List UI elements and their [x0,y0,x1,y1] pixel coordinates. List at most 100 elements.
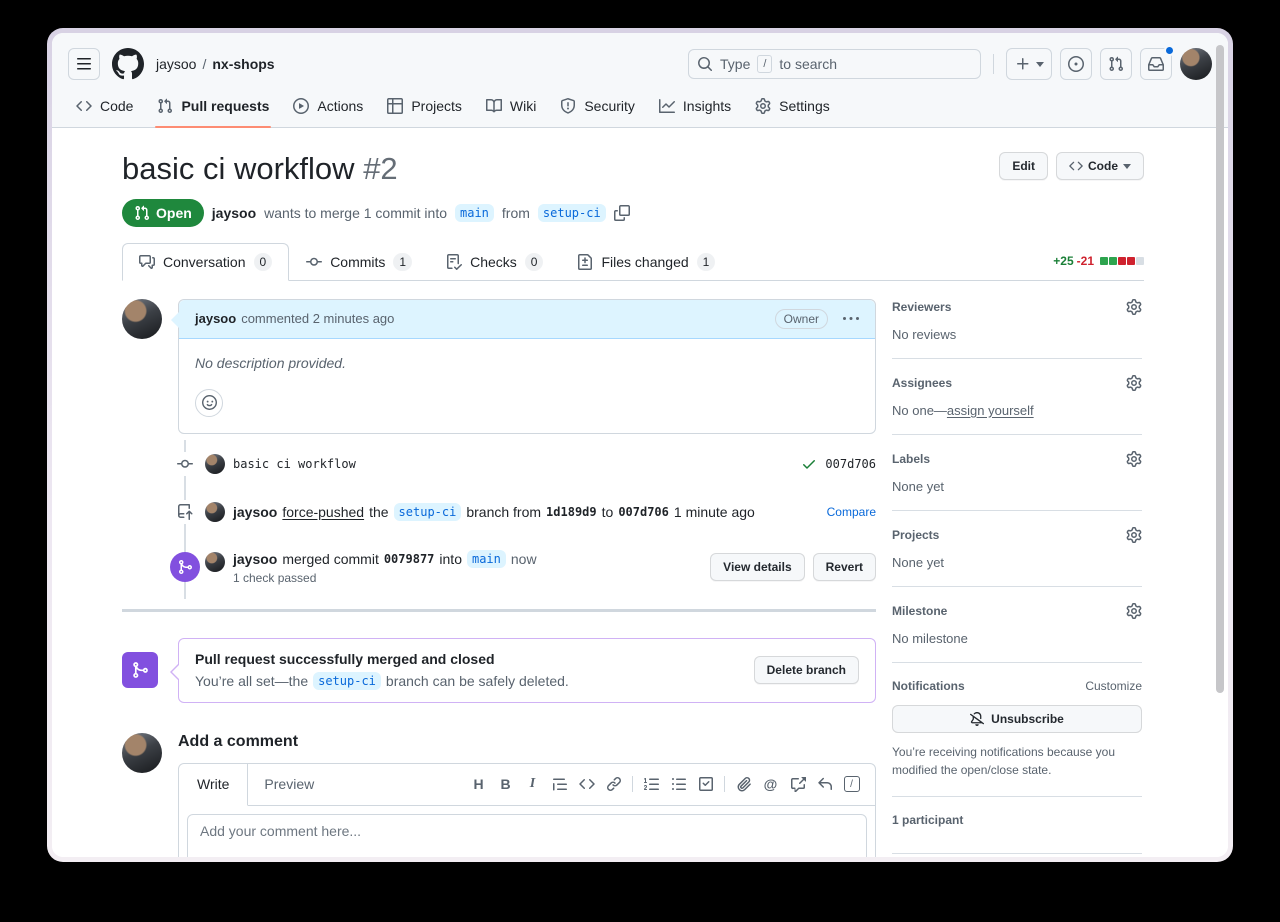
slash-command-icon[interactable]: / [838,770,865,798]
nav-tab-insights[interactable]: Insights [651,85,739,127]
heading-icon[interactable]: H [465,770,492,798]
code-dropdown-button[interactable]: Code [1056,152,1144,180]
caret-down-icon [1123,164,1131,169]
user-avatar[interactable] [1180,48,1212,80]
cross-reference-icon[interactable] [784,770,811,798]
toolbar-divider [724,776,725,792]
kebab-menu-icon[interactable] [843,311,859,327]
copy-branch-icon[interactable] [614,205,630,221]
paperclip-icon[interactable] [730,770,757,798]
reply-icon[interactable] [811,770,838,798]
merged-banner: Pull request successfully merged and clo… [122,638,876,703]
merged-sha[interactable]: 0079877 [384,552,435,566]
tab-conversation[interactable]: Conversation0 [122,243,289,281]
sidebar-notifications: NotificationsCustomize Unsubscribe You’r… [892,679,1142,797]
write-tab[interactable]: Write [179,764,248,806]
nav-tab-security[interactable]: Security [552,85,643,127]
head-branch-label[interactable]: setup-ci [538,204,606,222]
link-icon[interactable] [600,770,627,798]
reviewers-value: No reviews [892,327,1142,342]
bold-icon[interactable]: B [492,770,519,798]
check-passed-note[interactable]: 1 check passed [233,571,537,585]
gear-icon[interactable] [1126,527,1142,543]
breadcrumb-separator: / [202,56,206,72]
customize-link[interactable]: Customize [1085,679,1142,693]
assignees-value: No one— [892,403,947,418]
commit-author-avatar[interactable] [205,454,225,474]
event-actor[interactable]: jaysoo [233,504,277,520]
preview-tab[interactable]: Preview [248,776,330,792]
nav-tab-label: Actions [317,98,363,114]
to-sha[interactable]: 007d706 [618,505,669,519]
gear-icon[interactable] [1126,375,1142,391]
global-menu-button[interactable] [68,48,100,80]
github-logo-icon[interactable] [112,48,144,80]
nav-tab-actions[interactable]: Actions [285,85,371,127]
graph-icon [659,98,675,114]
revert-button[interactable]: Revert [813,553,876,581]
mention-icon[interactable]: @ [757,770,784,798]
gear-icon[interactable] [1126,451,1142,467]
issues-button[interactable] [1060,48,1092,80]
nav-tab-settings[interactable]: Settings [747,85,838,127]
head-branch-label[interactable]: setup-ci [394,503,462,521]
compare-link[interactable]: Compare [827,505,876,519]
pr-description-thread: jaysoo commented 2 minutes ago Owner No … [122,299,876,434]
event-time: now [511,551,537,567]
nav-tab-label: Pull requests [181,98,269,114]
commit-message-link[interactable]: basic ci workflow [233,457,356,471]
timeline-end-divider [122,609,876,612]
tab-count: 0 [525,253,544,271]
head-branch-label[interactable]: setup-ci [313,672,381,690]
create-new-button[interactable] [1006,48,1052,80]
git-pull-request-icon [157,98,173,114]
sidebar-assignees: Assignees No one—assign yourself [892,375,1142,435]
pr-status-author[interactable]: jaysoo [212,205,256,221]
ordered-list-icon[interactable] [638,770,665,798]
breadcrumb-repo[interactable]: nx-shops [212,56,274,72]
comment-author[interactable]: jaysoo [195,311,236,326]
tab-checks[interactable]: Checks0 [429,243,560,281]
edit-button[interactable]: Edit [999,152,1048,180]
gear-icon[interactable] [1126,603,1142,619]
base-branch-label[interactable]: main [467,550,506,568]
task-list-icon[interactable] [692,770,719,798]
event-actor-avatar[interactable] [205,502,225,522]
tab-files-changed[interactable]: Files changed1 [560,243,732,281]
nav-tab-wiki[interactable]: Wiki [478,85,544,127]
base-branch-label[interactable]: main [455,204,494,222]
commit-sha-link[interactable]: 007d706 [825,457,876,471]
from-sha[interactable]: 1d189d9 [546,505,597,519]
tab-commits[interactable]: Commits1 [289,243,429,281]
nav-tab-projects[interactable]: Projects [379,85,470,127]
unsubscribe-button[interactable]: Unsubscribe [892,705,1142,733]
gear-icon[interactable] [1126,299,1142,315]
pull-requests-button[interactable] [1100,48,1132,80]
breadcrumb-owner[interactable]: jaysoo [156,56,196,72]
unordered-list-icon[interactable] [665,770,692,798]
vertical-scrollbar[interactable] [1216,45,1224,693]
assign-yourself-link[interactable]: assign yourself [947,403,1034,418]
comment-author-avatar[interactable] [122,299,162,339]
nav-tab-label: Security [584,98,635,114]
merged-banner-text: branch can be safely deleted. [386,673,569,689]
view-details-button[interactable]: View details [710,553,804,581]
checklist-icon [446,254,462,270]
code-icon[interactable] [573,770,600,798]
delete-branch-button[interactable]: Delete branch [754,656,859,684]
timeline-commit-row: basic ci workflow 007d706 [122,440,876,488]
force-pushed-link[interactable]: force-pushed [282,504,364,520]
italic-icon[interactable]: I [519,770,546,798]
quote-icon[interactable] [546,770,573,798]
comment-textarea[interactable] [187,814,867,857]
nav-tab-pull-requests[interactable]: Pull requests [149,85,277,127]
notifications-caption: You’re receiving notifications because y… [892,743,1142,780]
nav-tab-label: Code [100,98,133,114]
inbox-button[interactable] [1140,48,1172,80]
add-reaction-button[interactable] [195,389,223,417]
event-actor-avatar[interactable] [205,552,225,572]
diffstat-block-deleted [1118,257,1126,265]
search-input[interactable]: Type / to search [688,49,981,79]
event-actor[interactable]: jaysoo [233,551,277,567]
nav-tab-code[interactable]: Code [68,85,141,127]
